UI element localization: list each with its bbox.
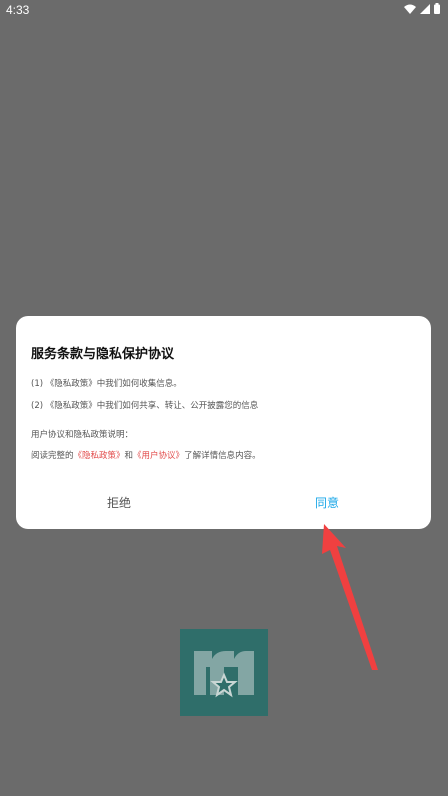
read-post: 了解详情信息内容。 — [184, 451, 261, 461]
dialog-title: 服务条款与隐私保护协议 — [31, 347, 175, 362]
privacy-policy-link[interactable]: 《隐私政策》 — [74, 451, 125, 461]
line1-doc: 《隐私政策》 — [45, 379, 97, 389]
status-icons — [404, 3, 440, 14]
status-time: 4:33 — [6, 3, 30, 17]
dialog-line-2: (2) 《隐私政策》中我们如何共享、转让、公开披露您的信息 — [31, 399, 258, 411]
read-and: 和 — [124, 451, 134, 461]
user-agreement-link[interactable]: 《用户协议》 — [133, 451, 184, 461]
red-arrow-pointer — [322, 524, 378, 670]
agree-button[interactable]: 同意 — [315, 494, 339, 511]
dialog-line-1: (1) 《隐私政策》中我们如何收集信息。 — [31, 377, 182, 389]
app-logo — [180, 629, 268, 716]
reject-button[interactable]: 拒绝 — [107, 494, 131, 511]
status-bar: 4:33 — [0, 0, 448, 20]
privacy-dialog: 服务条款与隐私保护协议 (1) 《隐私政策》中我们如何收集信息。 (2) 《隐私… — [16, 316, 431, 529]
line1-prefix: (1) — [31, 379, 46, 389]
signal-icon — [420, 3, 430, 14]
line1-rest: 中我们如何收集信息。 — [96, 379, 182, 389]
dialog-read-line: 阅读完整的《隐私政策》和《用户协议》了解详情信息内容。 — [31, 449, 261, 461]
line2-doc: 《隐私政策》 — [45, 401, 97, 411]
line2-prefix: (2) — [31, 401, 46, 411]
battery-icon — [434, 3, 440, 14]
line2-rest: 中我们如何共享、转让、公开披露您的信息 — [96, 401, 259, 411]
wifi-icon — [404, 4, 416, 14]
dialog-explain: 用户协议和隐私政策说明： — [31, 430, 134, 440]
read-pre: 阅读完整的 — [31, 451, 74, 461]
